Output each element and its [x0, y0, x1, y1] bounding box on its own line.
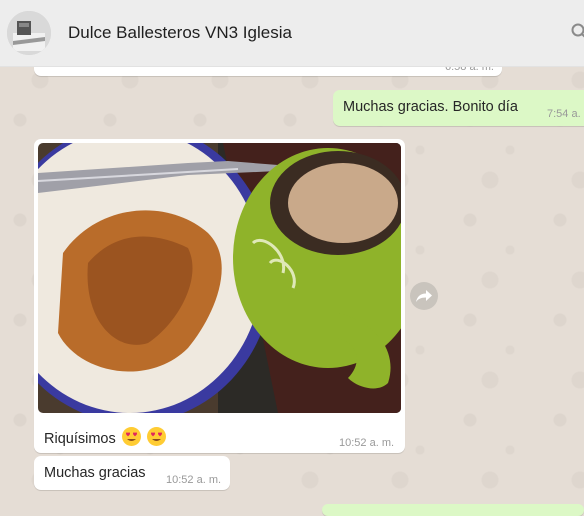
chat-header: Dulce Ballesteros VN3 Iglesia: [0, 0, 584, 67]
contact-name[interactable]: Dulce Ballesteros VN3 Iglesia: [68, 23, 292, 43]
message-time: 10:52 a. m.: [339, 437, 395, 449]
contact-avatar-icon[interactable]: [7, 11, 51, 55]
message-time: 10:52 a. m.: [166, 474, 222, 486]
message-bubble-incoming[interactable]: Muchas gracias 10:52 a. m.: [34, 456, 230, 490]
message-bubble-outgoing[interactable]: [322, 504, 584, 516]
heart-eyes-emoji: [121, 427, 141, 446]
message-time: 7:54 a. m.: [547, 108, 584, 120]
search-icon[interactable]: [570, 22, 584, 42]
image-message-bubble[interactable]: Riquísimos 10:52 a. m.: [34, 139, 405, 453]
food-photo[interactable]: [38, 143, 401, 413]
message-text: Muchas gracias: [44, 465, 146, 481]
message-text: Muchas gracias. Bonito día: [343, 99, 518, 115]
forward-icon[interactable]: [410, 282, 438, 310]
heart-eyes-emoji: [146, 427, 166, 446]
image-caption: Riquísimos: [44, 427, 166, 447]
message-bubble-outgoing[interactable]: Muchas gracias. Bonito día 7:54 a. m.: [333, 90, 584, 126]
caption-text: Riquísimos: [44, 431, 116, 447]
